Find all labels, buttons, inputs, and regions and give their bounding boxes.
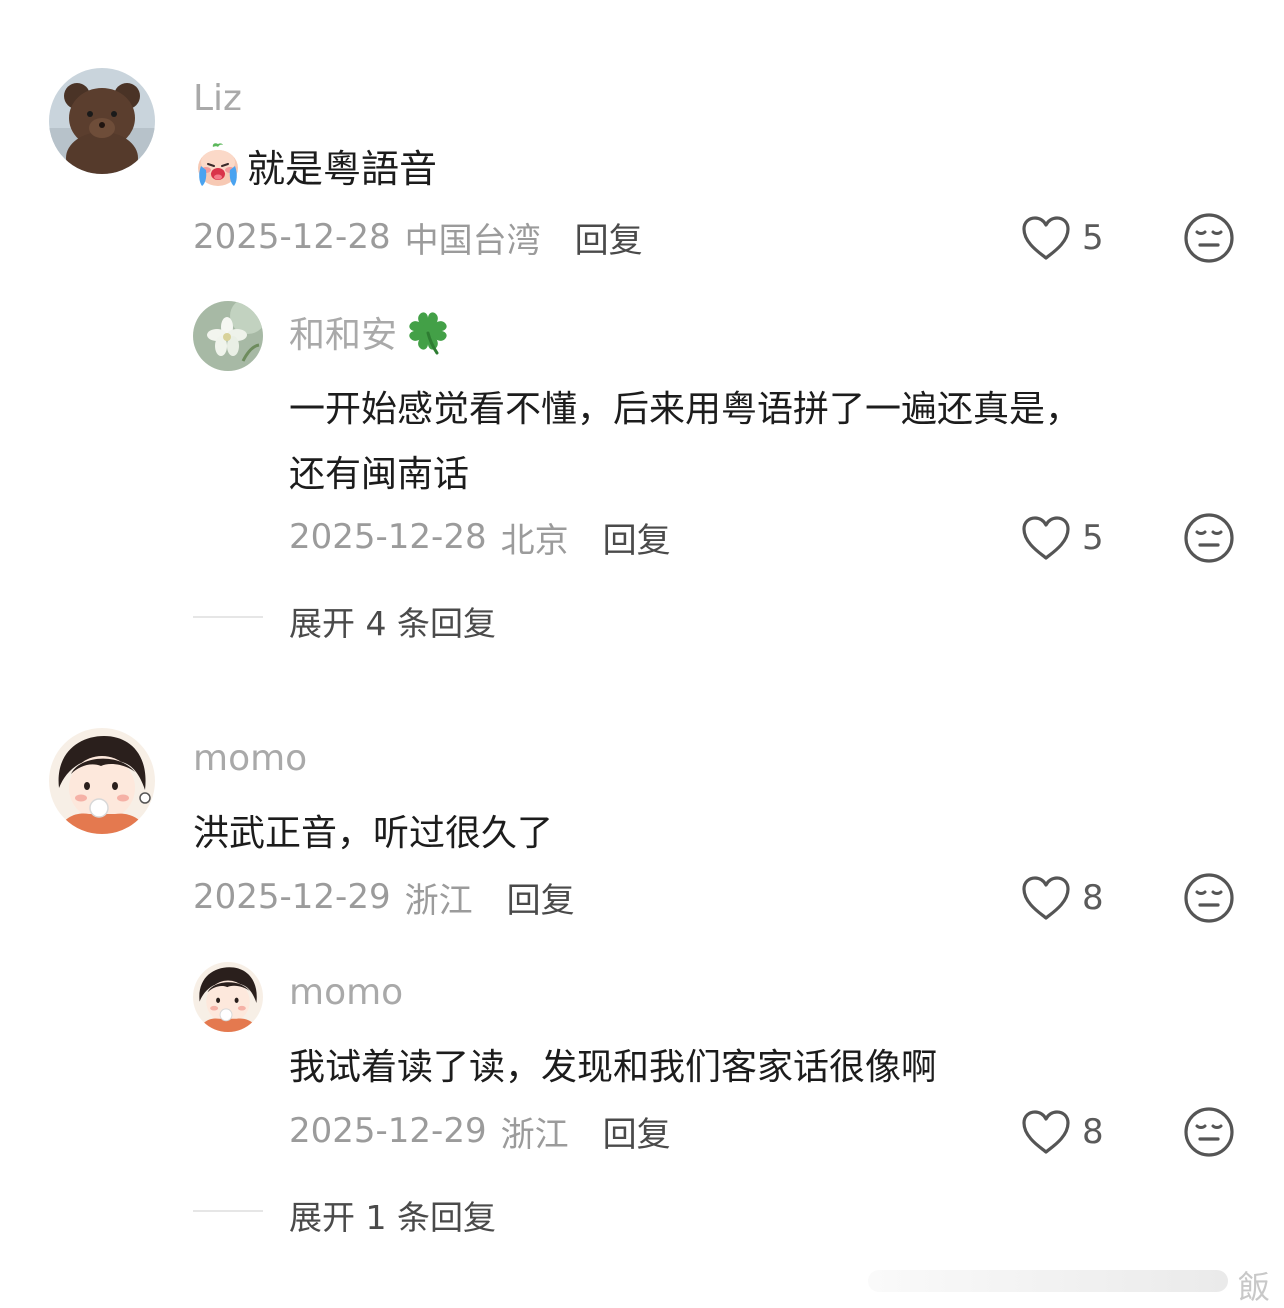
reply-author[interactable]: momo: [289, 972, 403, 1013]
heart-icon: [1020, 874, 1072, 922]
comment-date: 2025-12-29: [193, 877, 391, 917]
avatar[interactable]: [49, 728, 155, 834]
reply-date: 2025-12-28: [289, 517, 487, 557]
comment-meta: 2025-12-28 中国台湾 回复: [193, 213, 643, 262]
reply-location: 北京: [500, 520, 569, 561]
like-button[interactable]: 8: [1020, 1108, 1104, 1156]
like-count: 8: [1082, 1112, 1104, 1152]
comment-date: 2025-12-28: [193, 217, 391, 257]
dislike-face-icon[interactable]: [1183, 212, 1235, 264]
comment-meta: 2025-12-29 浙江 回复: [193, 873, 575, 922]
comment-location: 浙江: [404, 880, 473, 921]
watermark-text: 飯: [1238, 1268, 1271, 1306]
reply-button[interactable]: 回复: [575, 213, 643, 262]
expand-divider: [193, 616, 263, 618]
dislike-face-icon[interactable]: [1183, 512, 1235, 564]
watermark-bar: [868, 1270, 1228, 1292]
comment-body: 就是粵語音: [247, 146, 438, 191]
avatar[interactable]: [49, 68, 155, 174]
reply-meta: 2025-12-28 北京 回复: [289, 513, 671, 562]
reply-button[interactable]: 回复: [507, 873, 575, 922]
reply-avatar[interactable]: [193, 301, 263, 371]
comment-author[interactable]: Liz: [193, 78, 242, 119]
reply-author[interactable]: 和和安: [289, 306, 397, 358]
comment-author[interactable]: momo: [193, 738, 307, 779]
crying-face-emoji-icon: [193, 140, 243, 190]
reply-button[interactable]: 回复: [603, 1107, 671, 1156]
four-leaf-clover-icon: [403, 307, 453, 357]
heart-icon: [1020, 1108, 1072, 1156]
reply-date: 2025-12-29: [289, 1111, 487, 1151]
expand-divider: [193, 1210, 263, 1212]
reply-body-line2: 还有闽南话: [289, 454, 470, 495]
like-button[interactable]: 5: [1020, 514, 1104, 562]
comment-location: 中国台湾: [404, 220, 541, 261]
expand-replies-button[interactable]: 展开 4 条回复: [289, 597, 496, 645]
reply-body: 我试着读了读，发现和我们客家话很像啊: [289, 1047, 938, 1088]
reply-avatar[interactable]: [193, 962, 263, 1032]
like-count: 5: [1082, 218, 1104, 258]
comment-body: 洪武正音，听过很久了: [193, 813, 554, 854]
like-button[interactable]: 5: [1020, 214, 1104, 262]
comment-text: 就是粵語音: [193, 140, 438, 191]
watermark: 飯: [868, 1262, 1280, 1306]
reply-body-line1: 一开始感觉看不懂，后来用粤语拼了一遍还真是，: [289, 389, 1082, 430]
reply-meta: 2025-12-29 浙江 回复: [289, 1107, 671, 1156]
like-count: 5: [1082, 518, 1104, 558]
dislike-face-icon[interactable]: [1183, 1106, 1235, 1158]
heart-icon: [1020, 514, 1072, 562]
reply-author-row: 和和安: [289, 306, 453, 358]
reply-button[interactable]: 回复: [603, 513, 671, 562]
like-button[interactable]: 8: [1020, 874, 1104, 922]
reply-location: 浙江: [500, 1114, 569, 1155]
expand-replies-button[interactable]: 展开 1 条回复: [289, 1191, 496, 1239]
heart-icon: [1020, 214, 1072, 262]
like-count: 8: [1082, 878, 1104, 918]
dislike-face-icon[interactable]: [1183, 872, 1235, 924]
